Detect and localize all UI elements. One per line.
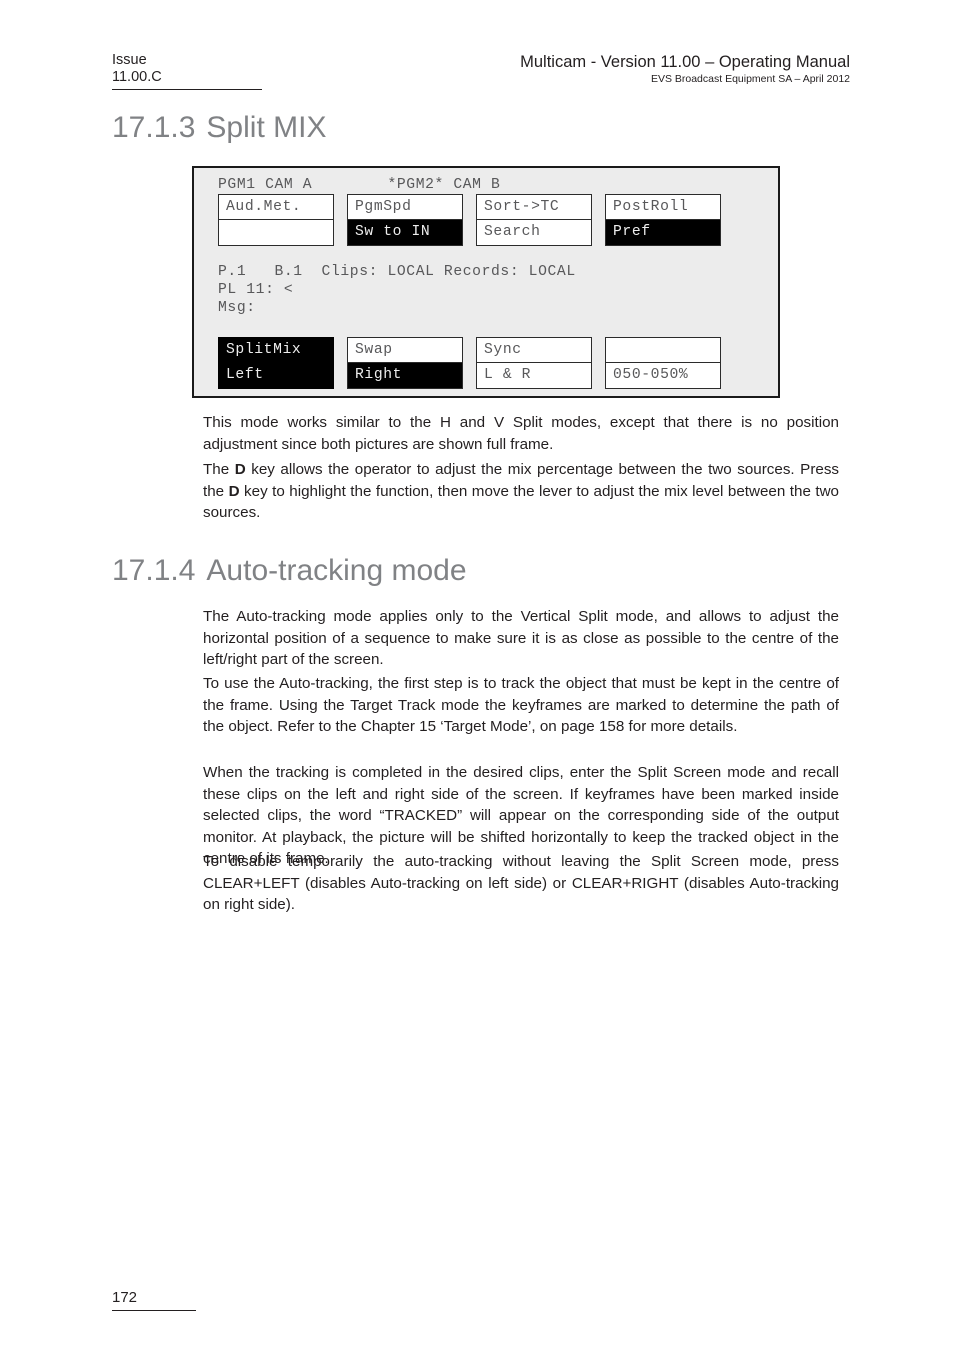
paragraph-d-key: The D key allows the operator to adjust … <box>203 459 839 524</box>
section-title: Split MIX <box>206 111 327 144</box>
issue-value: 11.00.C <box>112 69 162 85</box>
panel-button-label-bottom <box>219 220 333 245</box>
paragraph-auto-tracking-disable: To disable temporarily the auto-tracking… <box>203 853 839 913</box>
section-title: Auto-tracking mode <box>206 554 467 587</box>
panel-button-pgmspd[interactable]: PgmSpd Sw to IN <box>347 194 463 246</box>
panel-button-aud-met[interactable]: Aud.Met. <box>218 194 334 246</box>
page-footer: 172 <box>112 1289 196 1311</box>
panel-button-label-top: Sort->TC <box>477 195 591 220</box>
panel-button-sync[interactable]: Sync L & R <box>476 337 592 389</box>
section-number: 17.1.3 <box>112 111 196 144</box>
manual-title-block: Multicam - Version 11.00 – Operating Man… <box>520 52 850 86</box>
section-heading-17-1-3: 17.1.3 Split MIX <box>112 111 326 145</box>
panel-button-label-bottom: Left <box>219 363 333 388</box>
panel-button-label-bottom: Pref <box>606 220 720 245</box>
section-heading-17-1-4: 17.1.4 Auto-tracking mode <box>112 554 467 588</box>
panel-button-label-bottom: Right <box>348 363 462 388</box>
issue-block: Issue 11.00.C <box>112 52 262 90</box>
panel-button-mix-percentage[interactable]: 050-050% <box>605 337 721 389</box>
panel-button-swap[interactable]: Swap Right <box>347 337 463 389</box>
panel-button-label-bottom: Sw to IN <box>348 220 462 245</box>
terminal-status-line-2: PL 11: < <box>218 282 294 298</box>
panel-button-label-top: PostRoll <box>606 195 720 220</box>
p2-text-1: The <box>203 461 235 478</box>
section-number: 17.1.4 <box>112 554 196 587</box>
issue-label: Issue <box>112 52 147 68</box>
panel-button-label-top <box>606 338 720 363</box>
evs-remote-panel-screenshot: PGM1 CAM A *PGM2* CAM B Aud.Met. PgmSpd … <box>192 166 780 398</box>
panel-button-splitmix[interactable]: SplitMix Left <box>218 337 334 389</box>
panel-button-label-bottom: 050-050% <box>606 363 720 388</box>
page-number: 172 <box>112 1289 138 1306</box>
panel-button-label-top: SplitMix <box>219 338 333 363</box>
panel-button-label-top: Aud.Met. <box>219 195 333 220</box>
panel-button-label-top: Swap <box>348 338 462 363</box>
manual-publisher: EVS Broadcast Equipment SA – April 2012 <box>650 73 850 85</box>
panel-button-sort-to-tc[interactable]: Sort->TC Search <box>476 194 592 246</box>
document-page: Issue 11.00.C Multicam - Version 11.00 –… <box>0 0 954 1349</box>
panel-button-label-bottom: Search <box>477 220 591 245</box>
terminal-header-line: PGM1 CAM A *PGM2* CAM B <box>218 177 501 193</box>
panel-button-label-top: Sync <box>477 338 591 363</box>
paragraph-auto-tracking-usage: To use the Auto-tracking, the first step… <box>203 675 839 735</box>
panel-button-postroll[interactable]: PostRoll Pref <box>605 194 721 246</box>
page-header: Issue 11.00.C Multicam - Version 11.00 –… <box>0 52 954 96</box>
terminal-status-line-1: P.1 B.1 Clips: LOCAL Records: LOCAL <box>218 264 576 280</box>
p2-key-d-first: D <box>234 461 246 478</box>
manual-title: Multicam - Version 11.00 – Operating Man… <box>520 53 850 71</box>
p2-key-d-second: D <box>228 482 240 500</box>
panel-button-label-bottom: L & R <box>477 363 591 388</box>
paragraph-split-mix-intro: This mode works similar to the H and V S… <box>203 414 839 453</box>
paragraph-auto-tracking-intro: The Auto-tracking mode applies only to t… <box>203 608 839 668</box>
terminal-status-line-3: Msg: <box>218 300 256 316</box>
p2-text-3: key to highlight the function, then move… <box>203 482 839 522</box>
panel-button-label-top: PgmSpd <box>348 195 462 220</box>
